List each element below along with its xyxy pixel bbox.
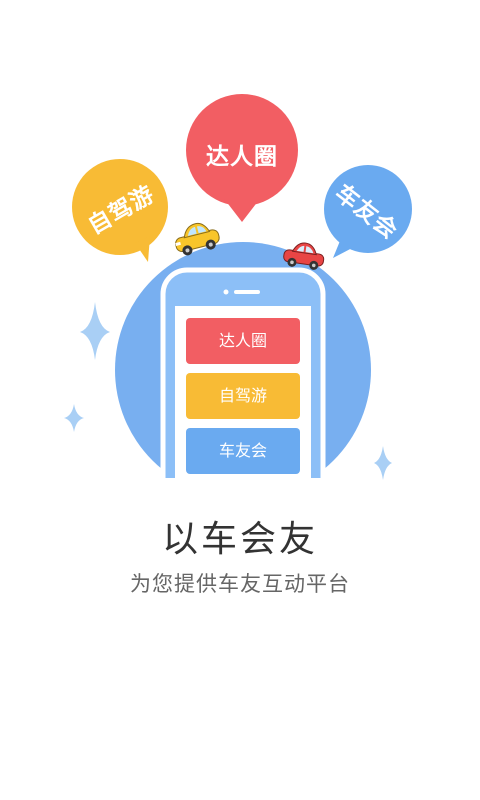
- illustration-graphics: [64, 94, 412, 480]
- splash-screen: 自驾游 达人圈 车友会 达人圈 自驾游 车友会 以车会友 为您提供车友互动平台: [0, 0, 480, 800]
- menu-button-selfdrive[interactable]: 自驾游: [186, 373, 300, 419]
- sparkle-icon: [80, 302, 110, 360]
- menu-button-experts[interactable]: 达人圈: [186, 318, 300, 364]
- sparkle-icon: [374, 446, 392, 480]
- bubble-center-label: 达人圈: [206, 144, 278, 170]
- page-subtitle: 为您提供车友互动平台: [130, 572, 350, 596]
- hero-illustration: 自驾游 达人圈 车友会 达人圈 自驾游 车友会: [0, 0, 480, 500]
- sparkle-icon: [64, 404, 84, 432]
- page-title: 以车会友: [161, 519, 318, 560]
- menu-button-carclub[interactable]: 车友会: [186, 428, 300, 474]
